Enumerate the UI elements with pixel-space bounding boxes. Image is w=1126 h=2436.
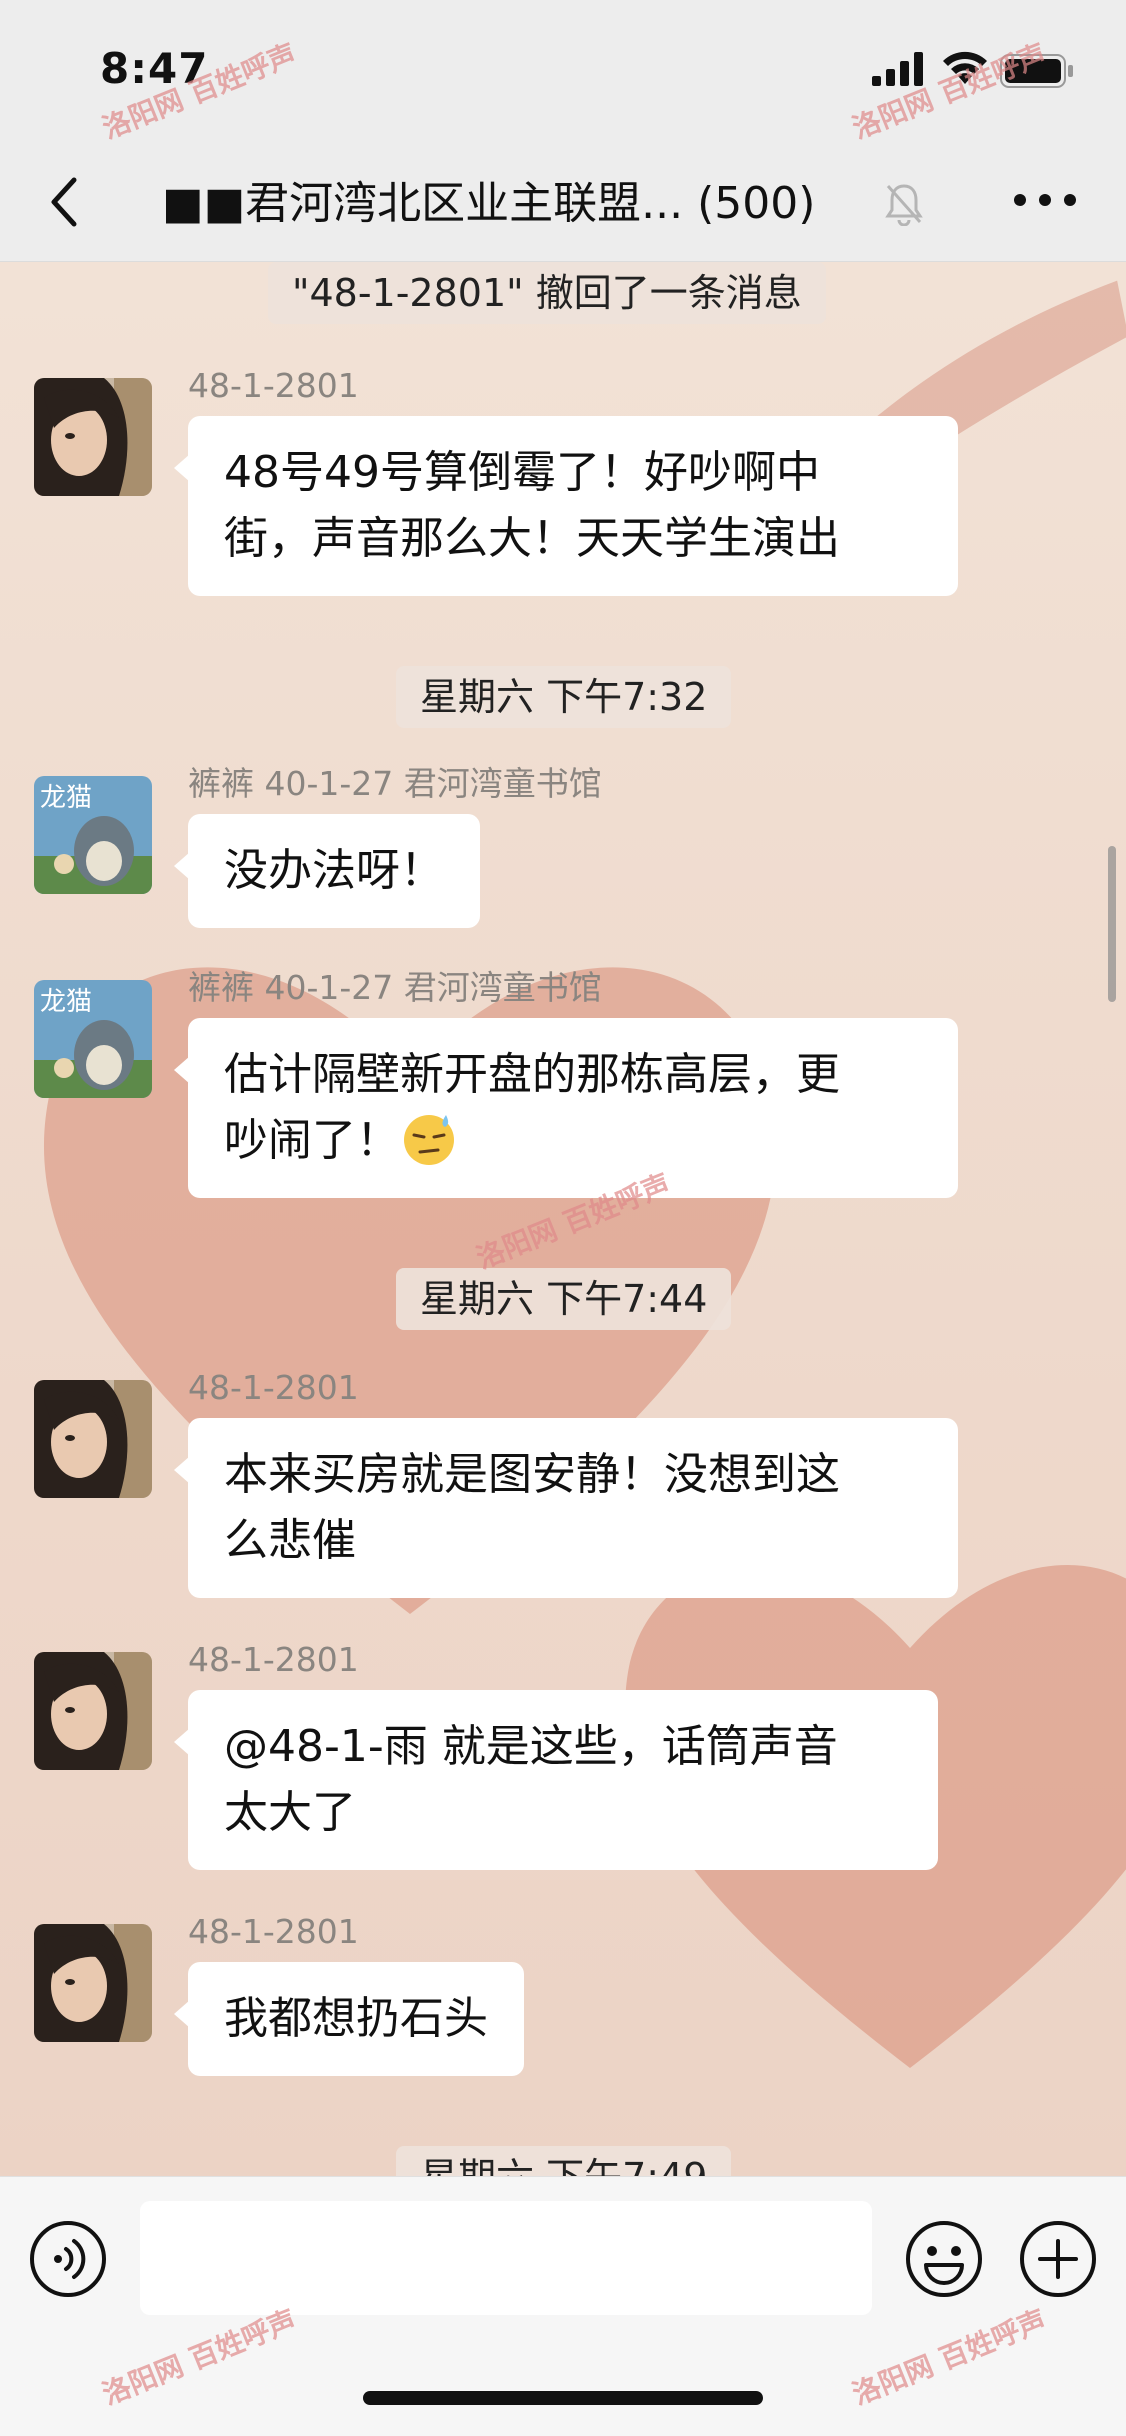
woman-avatar-icon <box>34 1924 152 2042</box>
avatar[interactable] <box>34 378 152 496</box>
woman-avatar-icon <box>34 378 152 496</box>
avatar[interactable] <box>34 1924 152 2042</box>
time-divider: 星期六 下午7:44 <box>396 1268 732 1330</box>
sender-name: 48-1-2801 <box>188 1912 359 1951</box>
svg-text:龙猫: 龙猫 <box>40 987 92 1017</box>
totoro-avatar-icon: 龙猫 <box>34 776 152 894</box>
home-indicator <box>363 2391 763 2405</box>
woman-avatar-icon <box>34 1380 152 1498</box>
back-chevron-icon[interactable] <box>44 172 84 232</box>
message-text: 估计隔壁新开盘的那栋高层，更 吵闹了！ <box>224 1049 840 1166</box>
avatar[interactable] <box>34 1652 152 1770</box>
message-bubble[interactable]: 48号49号算倒霉了！好吵啊中 街，声音那么大！天天学生演出 <box>174 416 958 596</box>
totoro-avatar-icon: 龙猫 <box>34 980 152 1098</box>
avatar[interactable]: 龙猫 <box>34 980 152 1098</box>
message-bubble[interactable]: 估计隔壁新开盘的那栋高层，更 吵闹了！ <box>174 1018 958 1198</box>
sender-name: 裤裤 40-1-27 君河湾童书馆 <box>188 968 602 1007</box>
message-bubble[interactable]: @48-1-雨 就是这些，话筒声音 太大了 <box>174 1690 938 1870</box>
avatar[interactable] <box>34 1380 152 1498</box>
message-bubble[interactable]: 没办法呀！ <box>174 814 480 928</box>
sender-name: 48-1-2801 <box>188 1640 359 1679</box>
plus-icon[interactable] <box>1018 2219 1098 2299</box>
voice-input-icon[interactable] <box>28 2219 108 2299</box>
scrollbar[interactable] <box>1108 846 1116 1002</box>
member-count: (500) <box>697 178 816 229</box>
time-divider: 星期六 下午7:32 <box>396 666 732 728</box>
avatar[interactable]: 龙猫 <box>34 776 152 894</box>
chat-header: ■■君河湾北区业主联盟... (500) <box>0 150 1126 262</box>
mute-bell-icon <box>885 184 923 226</box>
sender-name: 裤裤 40-1-27 君河湾童书馆 <box>188 764 602 803</box>
more-options-icon[interactable] <box>1010 190 1080 210</box>
svg-text:龙猫: 龙猫 <box>40 783 92 813</box>
message-bubble[interactable]: 本来买房就是图安静！没想到这 么悲催 <box>174 1418 958 1598</box>
message-input[interactable] <box>140 2201 872 2315</box>
woman-avatar-icon <box>34 1652 152 1770</box>
group-name: ■■君河湾北区业主联盟... <box>162 178 684 229</box>
sweat-emoji-icon <box>404 1115 454 1165</box>
sender-name: 48-1-2801 <box>188 1368 359 1407</box>
message-bubble[interactable]: 我都想扔石头 <box>174 1962 524 2076</box>
chat-title[interactable]: ■■君河湾北区业主联盟... (500) <box>162 174 815 234</box>
sender-name: 48-1-2801 <box>188 366 359 405</box>
emoji-icon[interactable] <box>904 2219 984 2299</box>
recall-notice: "48-1-2801" 撤回了一条消息 <box>268 262 826 324</box>
